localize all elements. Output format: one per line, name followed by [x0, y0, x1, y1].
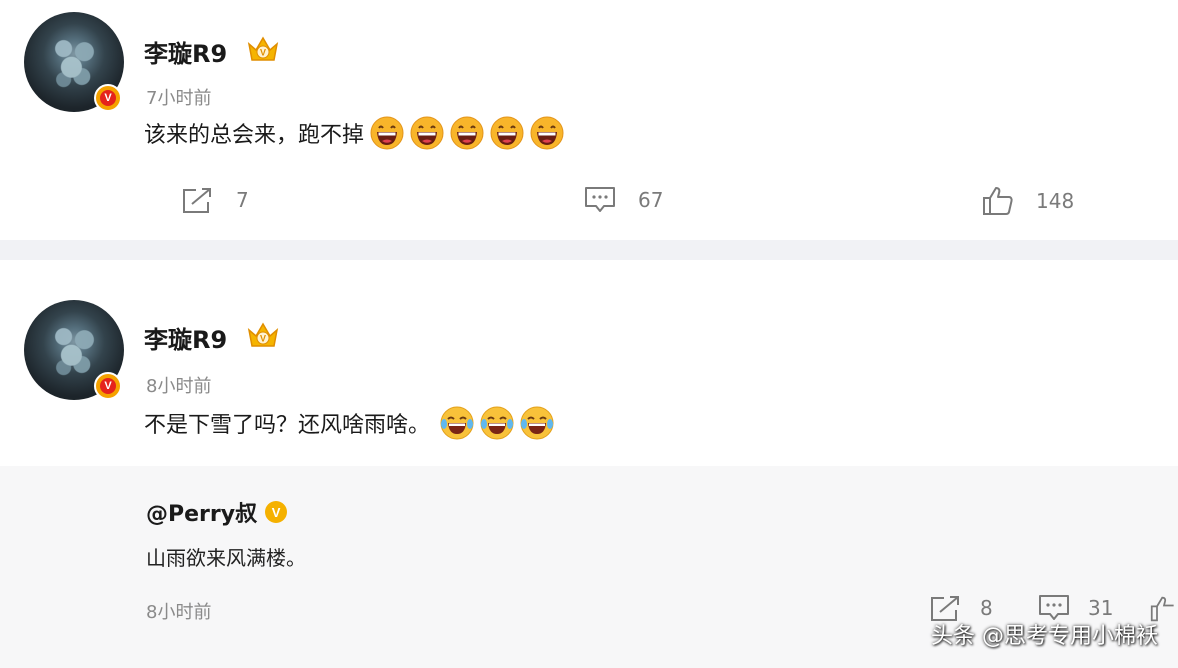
laugh-cry-emoji [520, 406, 554, 440]
comment-icon [585, 187, 615, 212]
vip-crown-icon: V [247, 36, 279, 61]
post-card: V 李璇R9 V 8小时前 不是下雪了吗？还风啥雨啥。 @Perry叔 V 山雨… [0, 260, 1178, 668]
emoji-row [364, 116, 564, 150]
quoted-author[interactable]: @Perry叔 [146, 496, 257, 528]
comment-count: 31 [1088, 596, 1114, 620]
emoji-row [434, 406, 554, 440]
comment-count: 67 [638, 188, 664, 212]
grin-emoji [490, 116, 524, 150]
watermark: 头条 @思考专用小棉袄 [931, 624, 1158, 649]
verified-badge-icon: V [94, 84, 122, 112]
verified-badge-icon: V [94, 372, 122, 400]
grin-emoji [530, 116, 564, 150]
repost-button[interactable]: 7 [182, 186, 249, 214]
post-time: 7小时前 [146, 88, 212, 109]
quoted-text: 山雨欲来风满楼。 [146, 546, 306, 570]
repost-count: 7 [236, 188, 249, 212]
grin-emoji [410, 116, 444, 150]
grin-emoji [450, 116, 484, 150]
post-content: 不是下雪了吗？还风啥雨啥。 [144, 406, 554, 440]
svg-text:V: V [260, 48, 266, 58]
post-text: 不是下雪了吗？还风啥雨啥。 [144, 413, 431, 438]
repost-icon [183, 188, 211, 213]
repost-count: 8 [980, 596, 993, 620]
svg-text:V: V [260, 334, 266, 344]
vip-crown-icon: V [247, 322, 279, 347]
laugh-cry-emoji [480, 406, 514, 440]
like-count: 148 [1036, 189, 1075, 213]
username[interactable]: 李璇R9 [144, 320, 227, 355]
grin-emoji [370, 116, 404, 150]
quoted-author-row: @Perry叔 V [146, 496, 288, 528]
laugh-cry-emoji [440, 406, 474, 440]
comment-button[interactable]: 67 [584, 186, 663, 214]
quoted-time: 8小时前 [146, 602, 212, 623]
post-time: 8小时前 [146, 376, 212, 397]
like-button[interactable]: 148 [982, 186, 1074, 216]
post-text: 该来的总会来，跑不掉 [144, 123, 365, 148]
username[interactable]: 李璇R9 [144, 34, 227, 69]
post-content: 该来的总会来，跑不掉 [144, 116, 564, 150]
thumbs-up-icon [983, 187, 1013, 215]
verified-badge-icon: V [265, 501, 288, 523]
post-divider [0, 240, 1178, 260]
post-card: V 李璇R9 V 7小时前 该来的总会来，跑不掉 7 67 148 [0, 0, 1178, 240]
